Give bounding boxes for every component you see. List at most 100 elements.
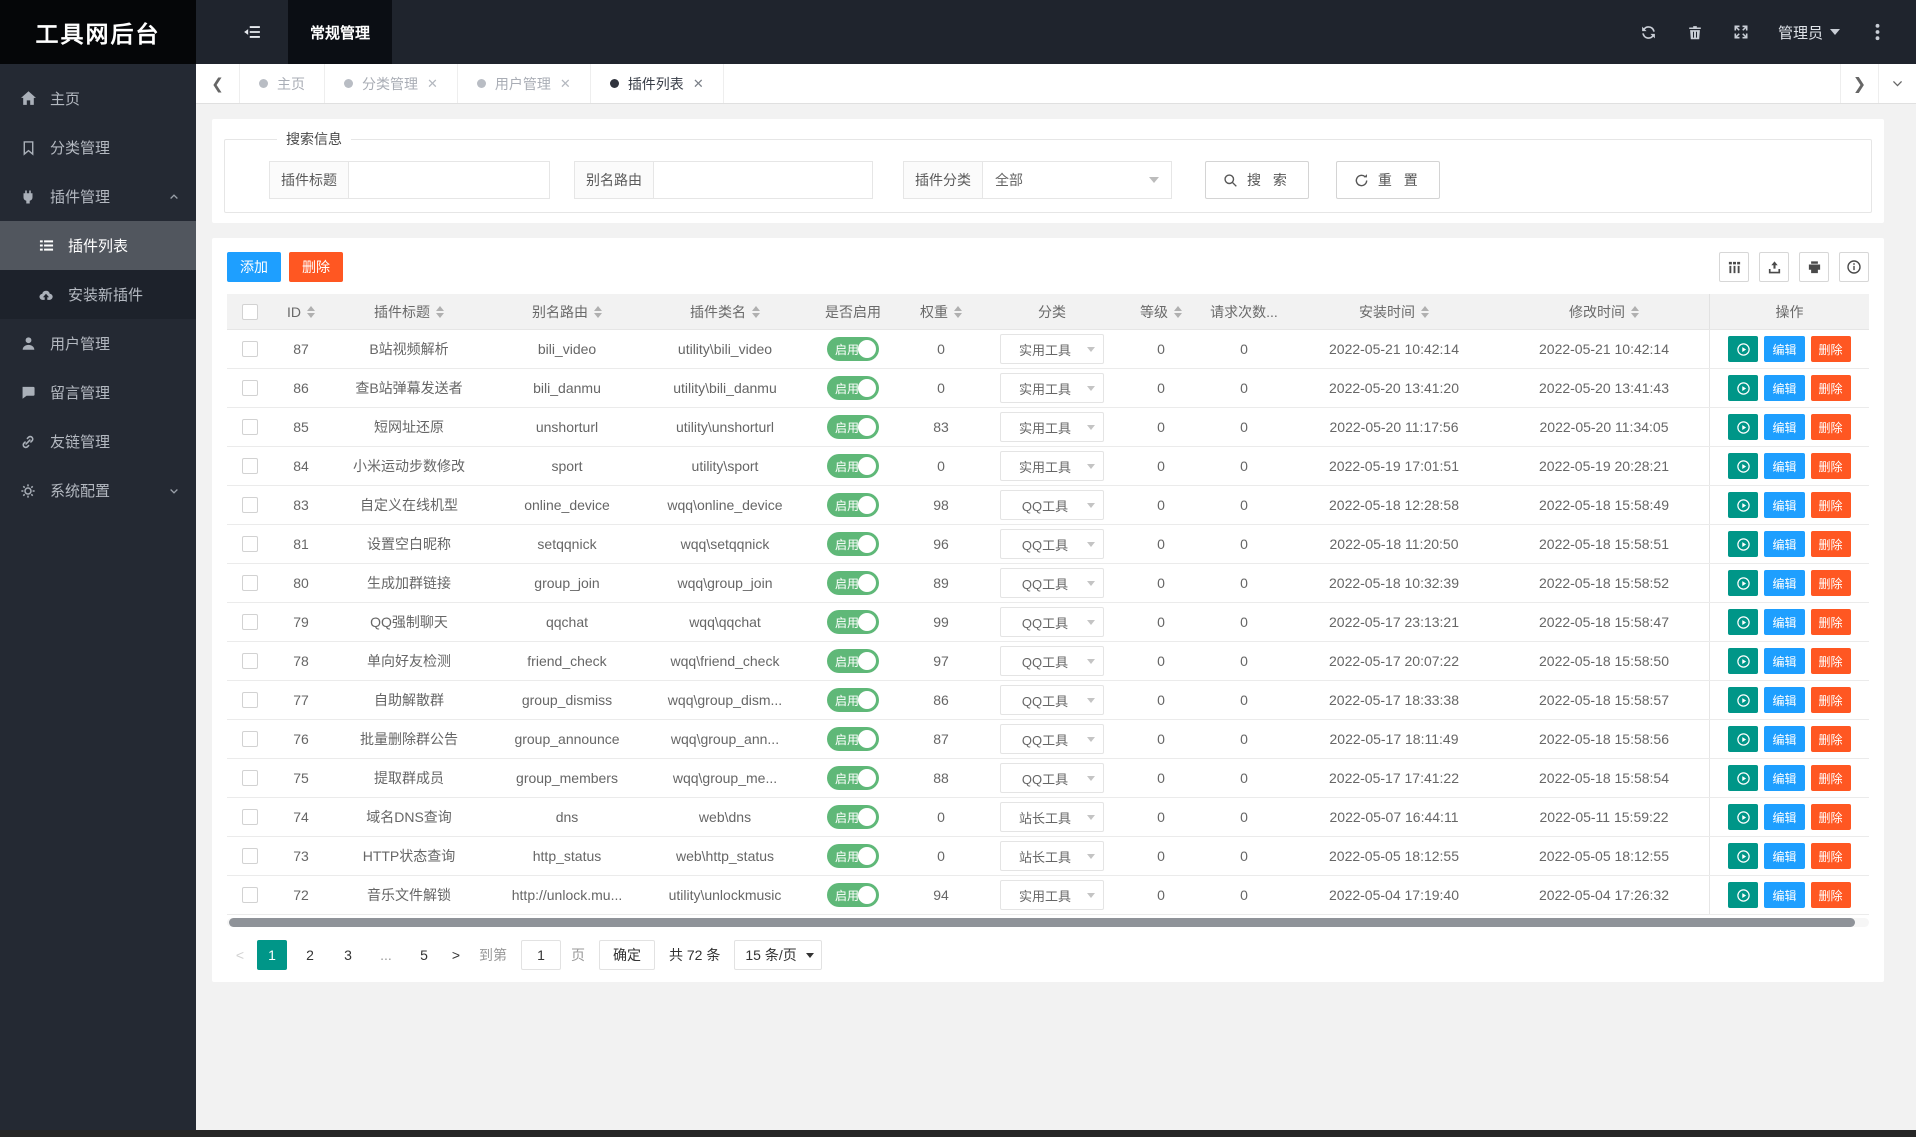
row-checkbox[interactable] — [242, 419, 258, 435]
tab-close-icon[interactable]: ✕ — [427, 76, 438, 92]
category-select[interactable]: 实用工具 — [1000, 373, 1104, 403]
enabled-toggle[interactable]: 启用 — [827, 883, 879, 907]
page-button-5[interactable]: 5 — [409, 940, 439, 970]
delete-row-button[interactable]: 删除 — [1810, 804, 1851, 830]
run-plugin-button[interactable] — [1728, 570, 1759, 596]
user-menu[interactable]: 管理员 — [1764, 0, 1854, 64]
enabled-toggle[interactable]: 启用 — [827, 571, 879, 595]
tab-plugin-list[interactable]: 插件列表 ✕ — [591, 64, 724, 103]
category-select[interactable]: 站长工具 — [1000, 802, 1104, 832]
category-select[interactable]: QQ工具 — [1000, 568, 1104, 598]
edit-button[interactable]: 编辑 — [1764, 375, 1805, 401]
tab-categories[interactable]: 分类管理 ✕ — [325, 64, 458, 103]
run-plugin-button[interactable] — [1728, 882, 1759, 908]
col-header-class[interactable]: 插件类名 — [645, 294, 805, 329]
category-select[interactable]: 实用工具 — [1000, 451, 1104, 481]
sort-icon[interactable] — [954, 305, 962, 318]
row-checkbox[interactable] — [242, 653, 258, 669]
enabled-toggle[interactable]: 启用 — [827, 766, 879, 790]
enabled-toggle[interactable]: 启用 — [827, 805, 879, 829]
delete-row-button[interactable]: 删除 — [1810, 531, 1851, 557]
sidebar-item-plugins[interactable]: 插件管理 — [0, 172, 196, 221]
col-header-level[interactable]: 等级 — [1123, 294, 1199, 329]
edit-button[interactable]: 编辑 — [1764, 648, 1805, 674]
sort-icon[interactable] — [752, 305, 760, 318]
row-checkbox[interactable] — [242, 575, 258, 591]
delete-row-button[interactable]: 删除 — [1810, 687, 1851, 713]
enabled-toggle[interactable]: 启用 — [827, 610, 879, 634]
plugin-category-select[interactable]: 全部 — [982, 161, 1172, 199]
category-select[interactable]: QQ工具 — [1000, 763, 1104, 793]
sort-icon[interactable] — [1174, 305, 1182, 318]
sort-icon[interactable] — [307, 305, 315, 318]
edit-button[interactable]: 编辑 — [1764, 570, 1805, 596]
run-plugin-button[interactable] — [1728, 843, 1759, 869]
category-select[interactable]: QQ工具 — [1000, 529, 1104, 559]
sidebar-item-install-plugin[interactable]: 安装新插件 — [0, 270, 196, 319]
delete-row-button[interactable]: 删除 — [1810, 882, 1851, 908]
page-size-select[interactable]: 15 条/页 — [734, 940, 822, 970]
columns-filter-icon[interactable] — [1719, 252, 1749, 282]
plugin-title-input[interactable] — [348, 161, 550, 199]
row-checkbox[interactable] — [242, 341, 258, 357]
delete-row-button[interactable]: 删除 — [1810, 414, 1851, 440]
search-button[interactable]: 搜 索 — [1205, 161, 1309, 199]
run-plugin-button[interactable] — [1728, 336, 1759, 362]
category-select[interactable]: QQ工具 — [1000, 646, 1104, 676]
route-alias-input[interactable] — [653, 161, 873, 199]
sidebar-item-home[interactable]: 主页 — [0, 74, 196, 123]
category-select[interactable]: QQ工具 — [1000, 490, 1104, 520]
export-icon[interactable] — [1759, 252, 1789, 282]
sidebar-item-messages[interactable]: 留言管理 — [0, 368, 196, 417]
enabled-toggle[interactable]: 启用 — [827, 844, 879, 868]
delete-row-button[interactable]: 删除 — [1810, 609, 1851, 635]
edit-button[interactable]: 编辑 — [1764, 726, 1805, 752]
col-header-id[interactable]: ID — [273, 294, 329, 329]
goto-page-input[interactable] — [521, 940, 561, 970]
enabled-toggle[interactable]: 启用 — [827, 454, 879, 478]
next-page-button[interactable]: > — [443, 940, 469, 970]
edit-button[interactable]: 编辑 — [1764, 336, 1805, 362]
select-all-checkbox[interactable] — [242, 303, 258, 320]
sidebar-item-settings[interactable]: 系统配置 — [0, 466, 196, 515]
delete-row-button[interactable]: 删除 — [1810, 843, 1851, 869]
category-select[interactable]: 站长工具 — [1000, 841, 1104, 871]
scrollbar-thumb[interactable] — [229, 918, 1855, 927]
category-select[interactable]: QQ工具 — [1000, 685, 1104, 715]
info-icon[interactable] — [1839, 252, 1869, 282]
edit-button[interactable]: 编辑 — [1764, 804, 1805, 830]
col-header-modified[interactable]: 修改时间 — [1499, 294, 1709, 329]
row-checkbox[interactable] — [242, 458, 258, 474]
delete-row-button[interactable]: 删除 — [1810, 492, 1851, 518]
category-select[interactable]: 实用工具 — [1000, 334, 1104, 364]
run-plugin-button[interactable] — [1728, 687, 1759, 713]
run-plugin-button[interactable] — [1728, 375, 1759, 401]
tab-close-icon[interactable]: ✕ — [560, 76, 571, 92]
enabled-toggle[interactable]: 启用 — [827, 532, 879, 556]
edit-button[interactable]: 编辑 — [1764, 414, 1805, 440]
run-plugin-button[interactable] — [1728, 726, 1759, 752]
col-header-title[interactable]: 插件标题 — [329, 294, 489, 329]
run-plugin-button[interactable] — [1728, 492, 1759, 518]
sidebar-fold-icon[interactable] — [232, 0, 272, 64]
sidebar-item-plugin-list[interactable]: 插件列表 — [0, 221, 196, 270]
run-plugin-button[interactable] — [1728, 648, 1759, 674]
edit-button[interactable]: 编辑 — [1764, 882, 1805, 908]
sort-icon[interactable] — [594, 305, 602, 318]
col-header-route[interactable]: 别名路由 — [489, 294, 645, 329]
category-select[interactable]: QQ工具 — [1000, 607, 1104, 637]
edit-button[interactable]: 编辑 — [1764, 609, 1805, 635]
trash-icon[interactable] — [1672, 0, 1718, 64]
page-button-3[interactable]: 3 — [333, 940, 363, 970]
row-checkbox[interactable] — [242, 380, 258, 396]
delete-row-button[interactable]: 删除 — [1810, 648, 1851, 674]
delete-row-button[interactable]: 删除 — [1810, 453, 1851, 479]
delete-row-button[interactable]: 删除 — [1810, 336, 1851, 362]
edit-button[interactable]: 编辑 — [1764, 492, 1805, 518]
run-plugin-button[interactable] — [1728, 765, 1759, 791]
row-checkbox[interactable] — [242, 887, 258, 903]
fullscreen-icon[interactable] — [1718, 0, 1764, 64]
row-checkbox[interactable] — [242, 731, 258, 747]
edit-button[interactable]: 编辑 — [1764, 765, 1805, 791]
tabs-scroll-left[interactable]: ❮ — [196, 64, 240, 103]
